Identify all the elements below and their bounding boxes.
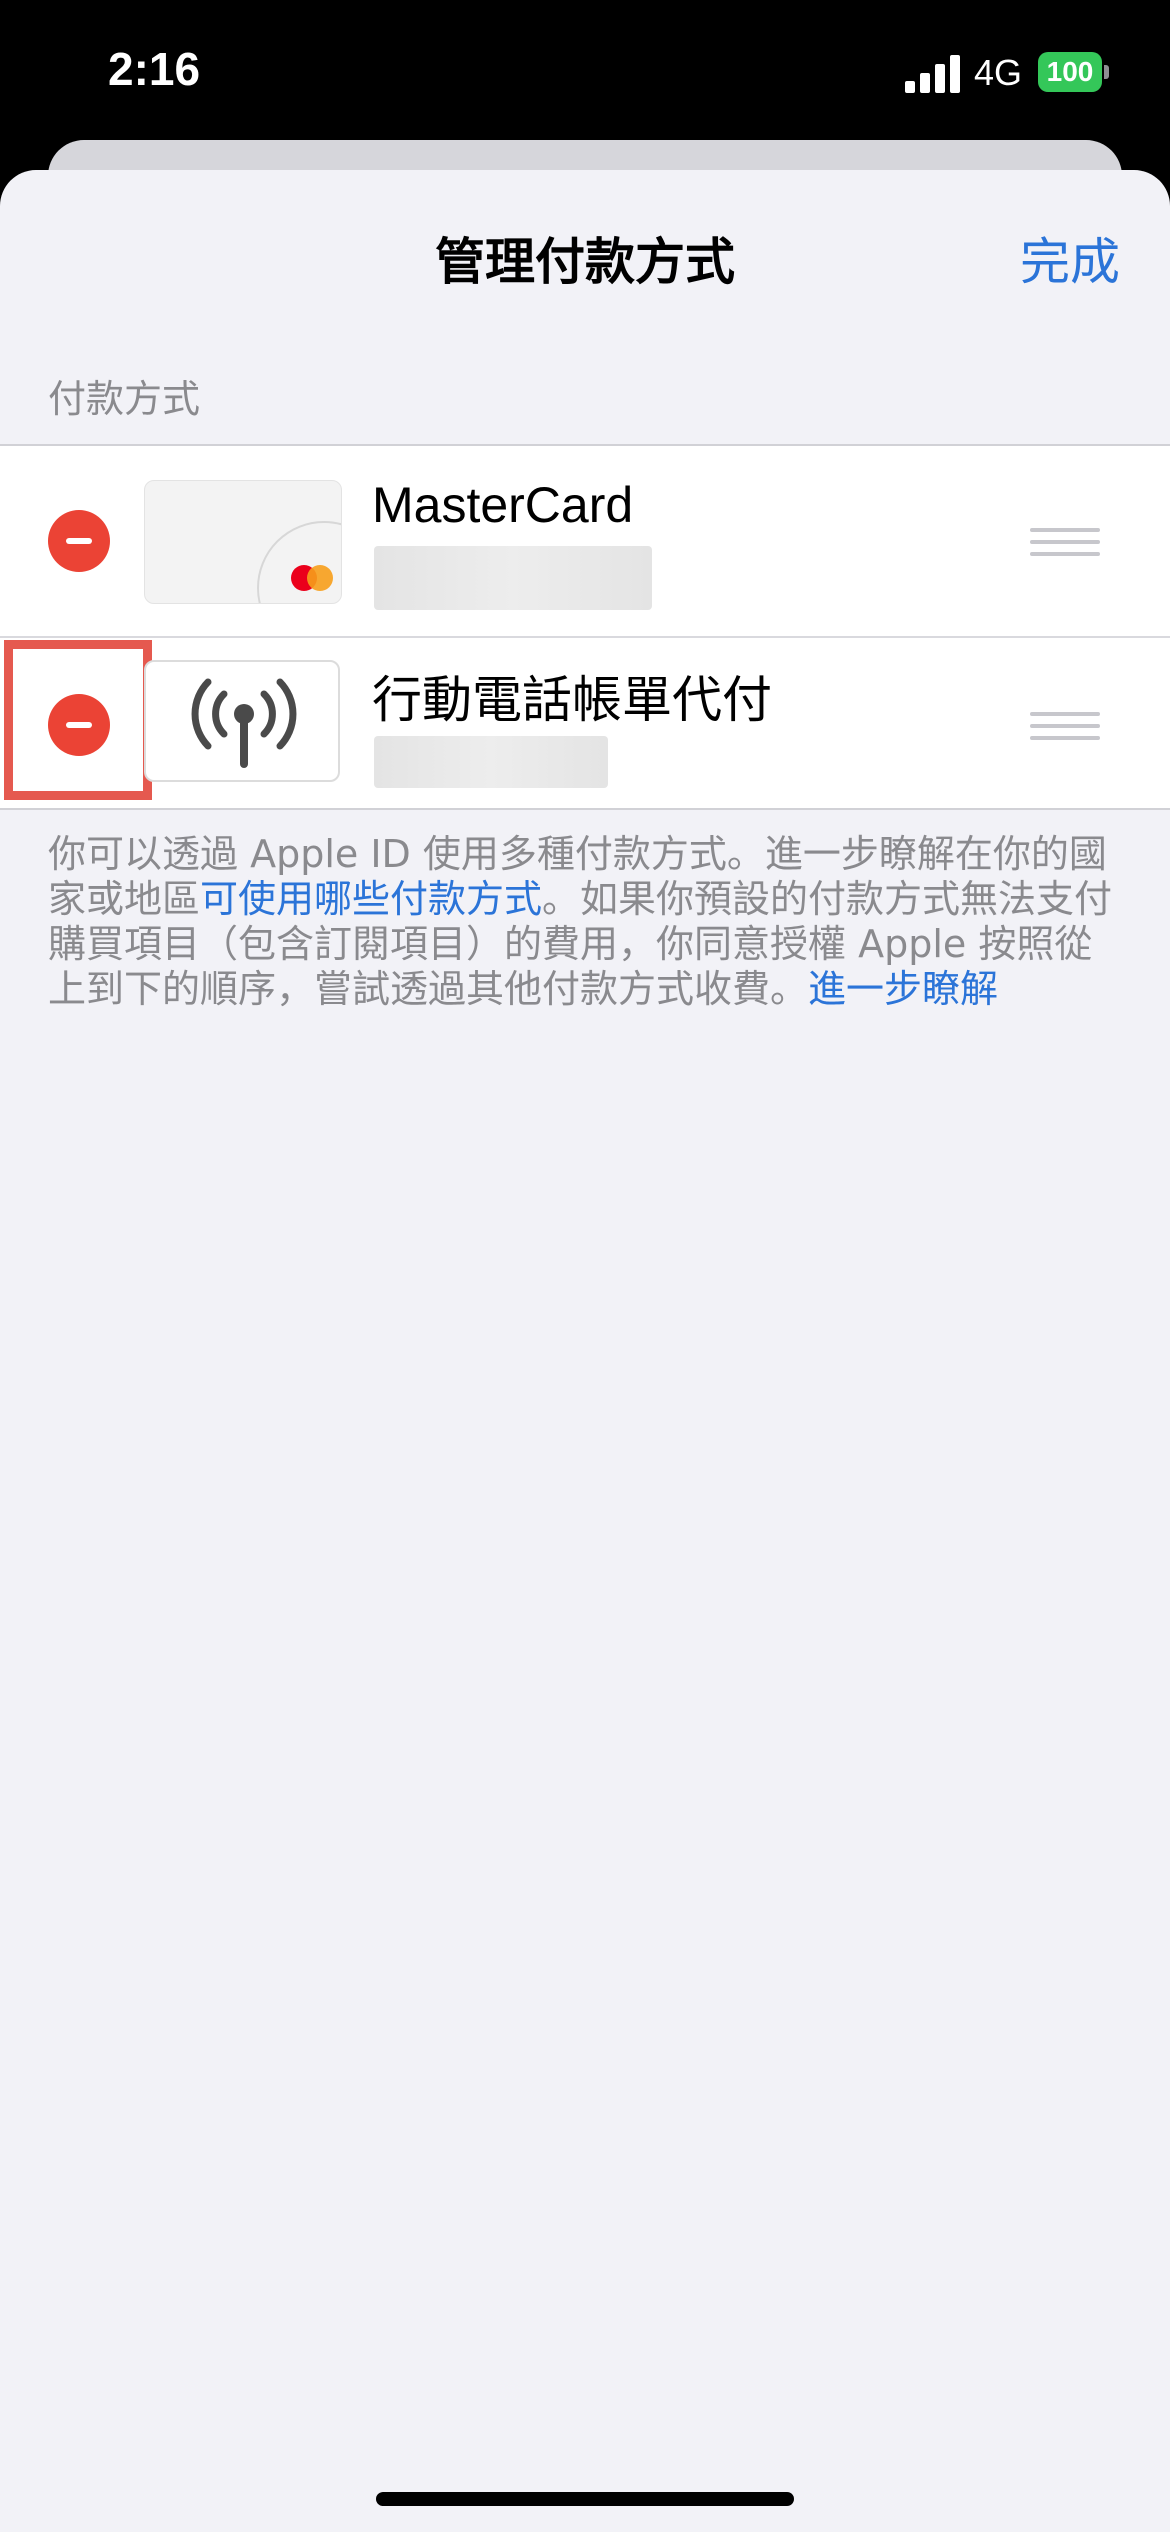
battery-icon: 100 (1038, 52, 1110, 92)
manage-payment-sheet: 管理付款方式 完成 付款方式 MasterCard 行動電話帳單代付 你可以透過… (0, 170, 1170, 2532)
payment-method-row-mastercard[interactable]: MasterCard (0, 446, 1170, 638)
masked-card-number (374, 546, 652, 610)
battery-tip (1104, 65, 1109, 79)
mastercard-card-icon (144, 480, 342, 604)
available-payment-methods-link[interactable]: 可使用哪些付款方式 (200, 877, 542, 921)
payment-method-row-carrier-billing[interactable]: 行動電話帳單代付 (0, 638, 1170, 808)
home-indicator[interactable] (376, 2492, 794, 2506)
cellular-signal-icon (905, 55, 960, 93)
page-title: 管理付款方式 (435, 233, 735, 291)
payment-method-title: 行動電話帳單代付 (372, 671, 772, 729)
masked-phone-number (374, 736, 608, 788)
learn-more-link[interactable]: 進一步瞭解 (808, 967, 998, 1011)
mastercard-logo-icon (291, 565, 337, 593)
payment-method-title: MasterCard (372, 477, 634, 533)
delete-button[interactable] (48, 510, 110, 572)
footer-description: 你可以透過 Apple ID 使用多種付款方式。進一步瞭解在你的國家或地區可使用… (48, 832, 1124, 1012)
reorder-handle-icon[interactable] (1030, 528, 1100, 556)
battery-level: 100 (1038, 52, 1102, 92)
section-header: 付款方式 (48, 377, 201, 421)
status-bar: 2:16 4G 100 (0, 0, 1170, 150)
antenna-glyph-icon (191, 678, 297, 768)
network-type-label: 4G (974, 52, 1023, 93)
minus-icon (66, 538, 92, 544)
status-time: 2:16 (108, 43, 201, 95)
payment-method-list: MasterCard 行動電話帳單代付 (0, 444, 1170, 810)
done-button[interactable]: 完成 (1020, 222, 1120, 294)
reorder-handle-icon[interactable] (1030, 712, 1100, 740)
highlight-box (4, 640, 152, 800)
antenna-icon (144, 660, 340, 782)
